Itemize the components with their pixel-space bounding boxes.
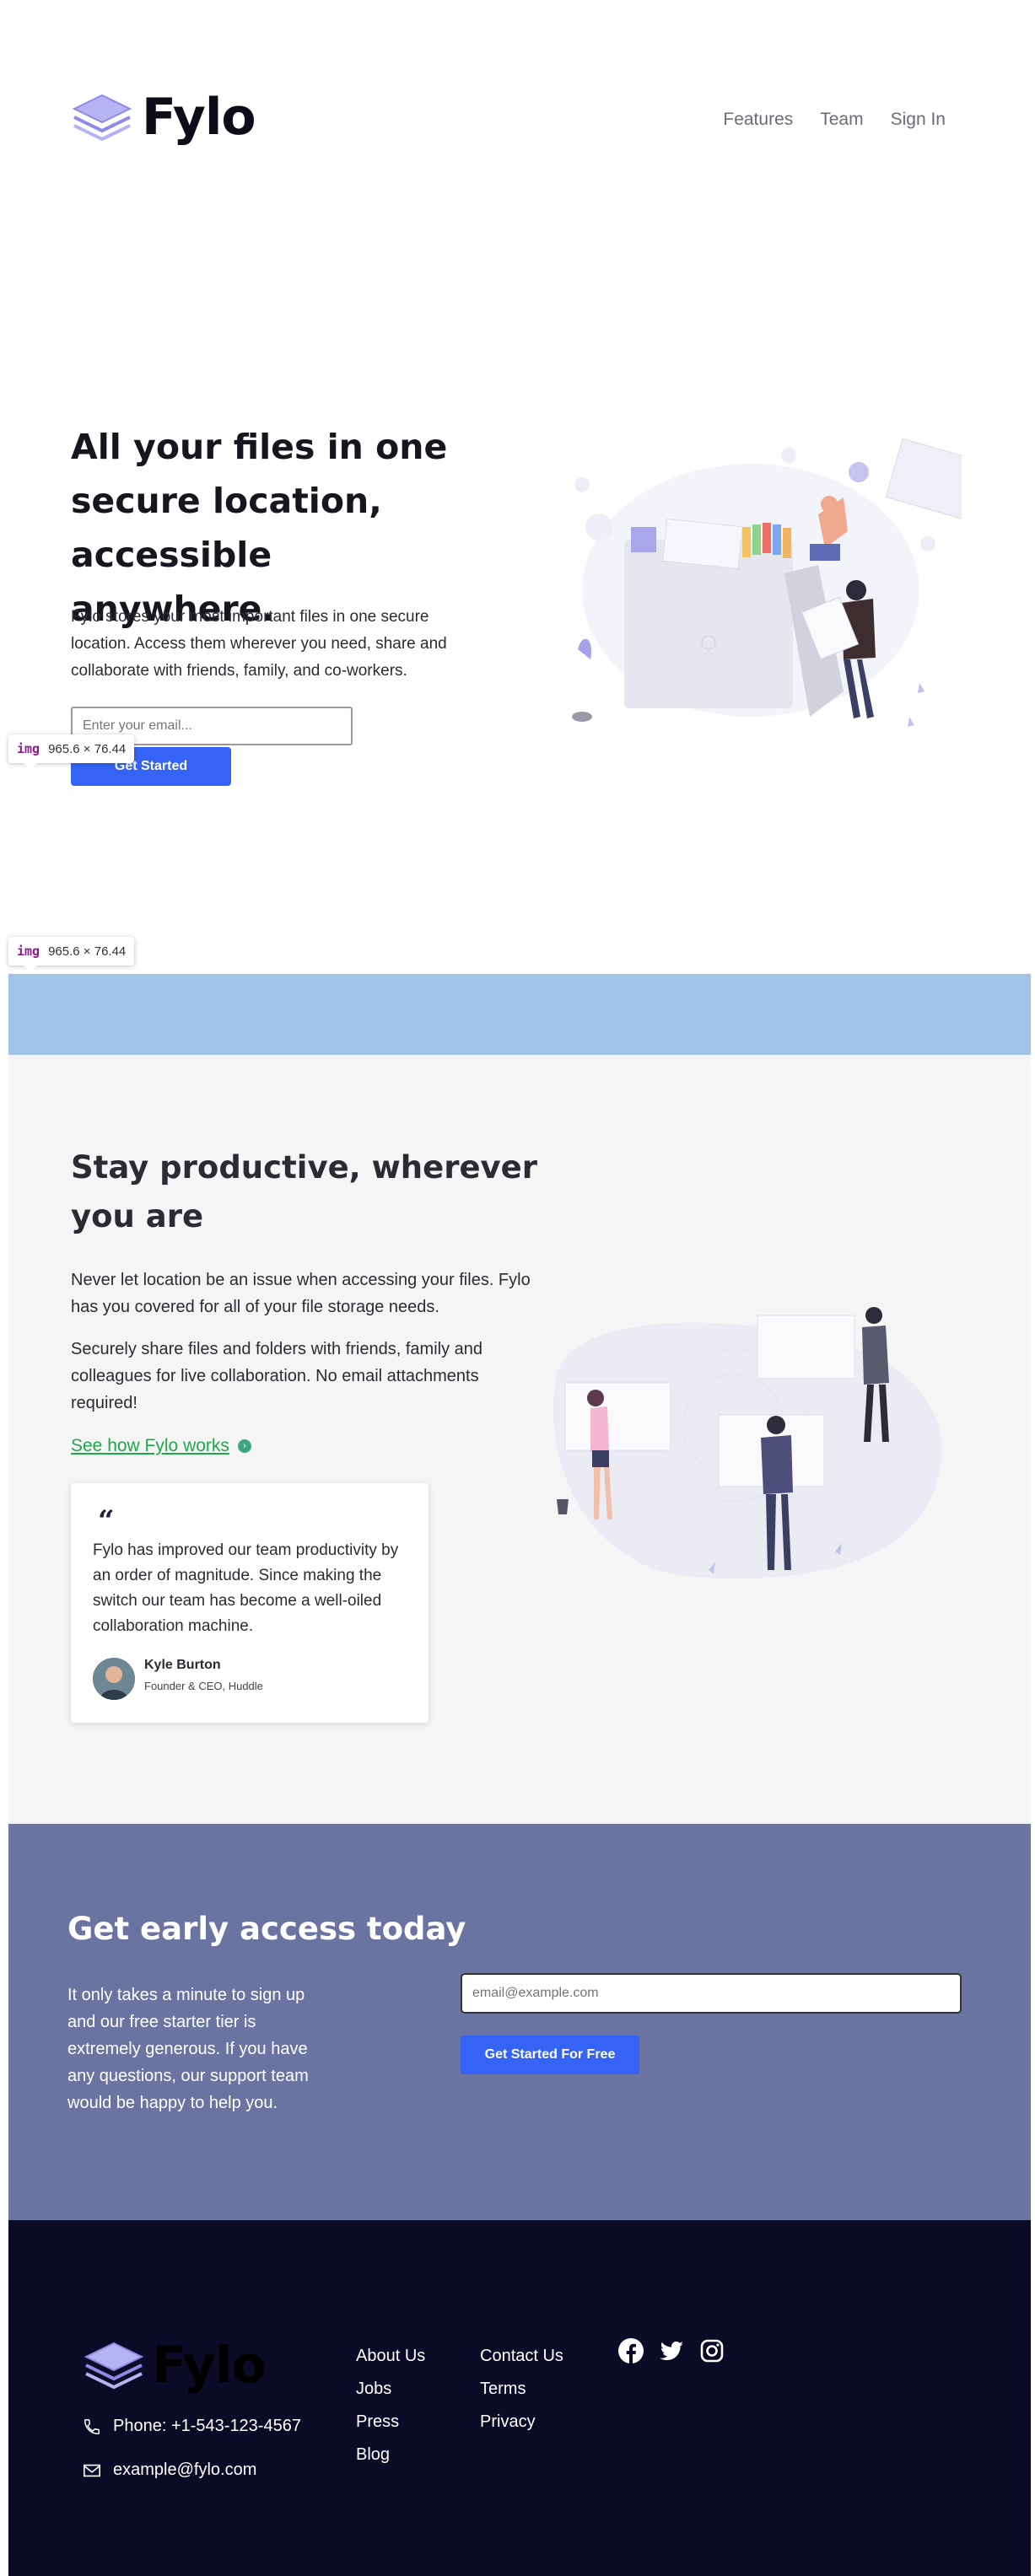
layers-logo-icon [72, 94, 132, 142]
phone-icon [84, 2418, 100, 2434]
brand-logo[interactable]: Fylo [71, 88, 256, 147]
mail-icon [84, 2464, 100, 2477]
tooltip-tag: img [17, 944, 40, 959]
footer-brand-name: Fylo [152, 2336, 267, 2395]
wave-divider-image [8, 974, 1031, 1055]
see-how-link-label: See how Fylo works [71, 1436, 229, 1455]
testimonial-name: Kyle Burton [144, 1658, 221, 1672]
facebook-icon[interactable] [617, 2337, 644, 2369]
brand-name: Fylo [142, 88, 256, 147]
footer-link-press[interactable]: Press [356, 2412, 399, 2432]
nav-team[interactable]: Team [820, 110, 863, 130]
devtools-tooltip: img 965.6 × 76.44 [8, 734, 135, 770]
footer-link-privacy[interactable]: Privacy [480, 2412, 536, 2432]
footer-link-contact-us[interactable]: Contact Us [480, 2347, 563, 2366]
devtools-tooltip-band: img 965.6 × 76.44 [8, 937, 135, 972]
quote-icon: “ [98, 1504, 115, 1538]
tooltip-size: 965.6 × 76.44 [48, 944, 127, 959]
footer-phone: Phone: +1-543-123-4567 [83, 2417, 301, 2436]
twitter-icon[interactable] [658, 2337, 685, 2369]
layers-logo-icon [84, 2342, 144, 2390]
get-started-free-button[interactable]: Get Started For Free [461, 2036, 639, 2074]
productive-illustration [553, 1307, 942, 1579]
early-access-email-input[interactable] [461, 1973, 962, 2014]
footer-link-terms[interactable]: Terms [480, 2380, 526, 2399]
main-nav: Features Team Sign In [723, 110, 946, 130]
footer-email: example@fylo.com [83, 2460, 256, 2480]
early-access-text: It only takes a minute to sign up and ou… [67, 1986, 309, 2112]
productive-title: Stay productive, wherever you are [71, 1149, 538, 1234]
person-avatar-icon [93, 1658, 135, 1700]
nav-sign-in[interactable]: Sign In [891, 110, 946, 130]
nav-features[interactable]: Features [723, 110, 793, 130]
tooltip-size: 965.6 × 76.44 [48, 741, 127, 756]
avatar [93, 1658, 135, 1700]
social-links [617, 2337, 725, 2369]
hero-illustration [572, 438, 962, 727]
testimonial-role: Founder & CEO, Huddle [144, 1680, 263, 1692]
footer-link-blog[interactable]: Blog [356, 2445, 390, 2465]
testimonial-quote: Fylo has improved our team productivity … [93, 1541, 399, 1635]
instagram-icon[interactable] [698, 2337, 725, 2369]
footer-phone-text: Phone: +1-543-123-4567 [113, 2417, 301, 2435]
early-access-title: Get early access today [67, 1911, 466, 1947]
footer-logo[interactable]: Fylo [83, 2336, 267, 2395]
arrow-circle-icon: › [237, 1439, 251, 1453]
hero-description: Fylo stores your most important files in… [71, 608, 447, 680]
footer-link-jobs[interactable]: Jobs [356, 2380, 391, 2399]
productive-paragraph-1: Never let location be an issue when acce… [71, 1271, 531, 1316]
see-how-link[interactable]: See how Fylo works › [71, 1436, 251, 1456]
footer-email-text[interactable]: example@fylo.com [113, 2460, 256, 2480]
productive-paragraph-2: Securely share files and folders with fr… [71, 1340, 483, 1412]
footer-link-about-us[interactable]: About Us [356, 2347, 425, 2366]
tooltip-tag: img [17, 741, 40, 756]
